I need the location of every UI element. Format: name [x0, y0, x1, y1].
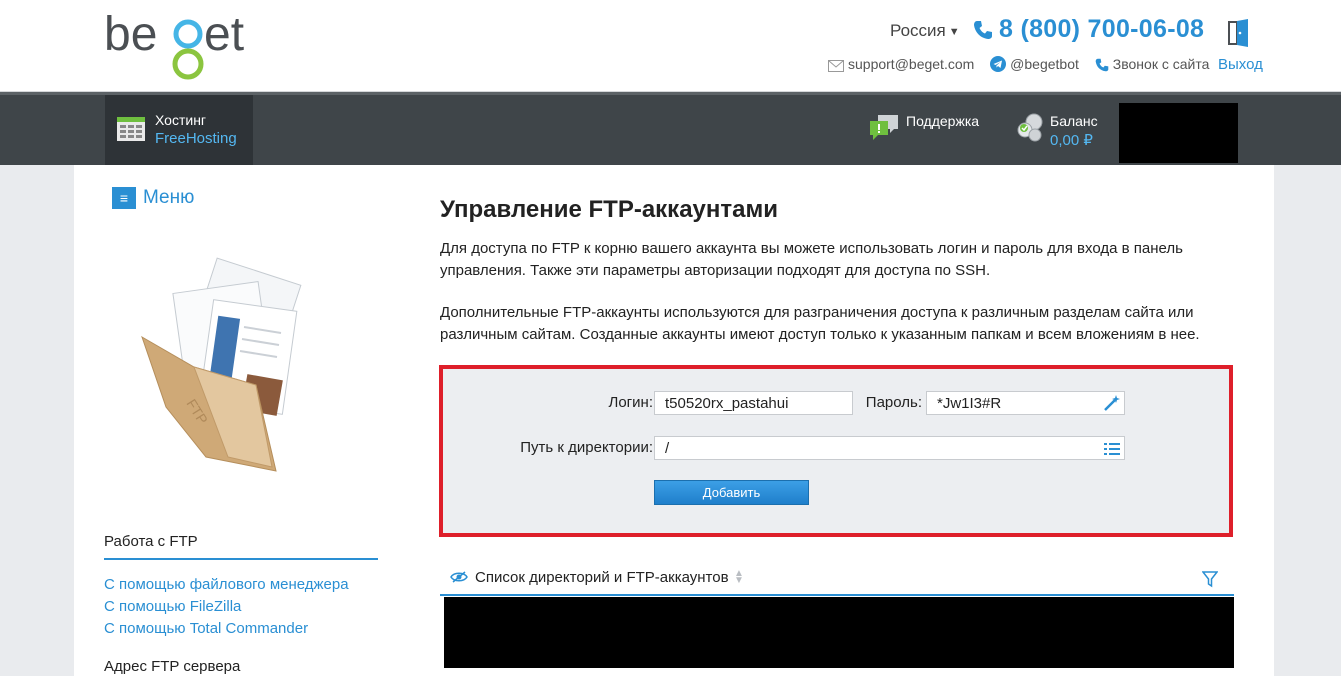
telegram-icon	[990, 56, 1007, 72]
folder-tree-icon[interactable]	[1103, 440, 1121, 458]
sidebar-link-file-manager[interactable]: С помощью файлового менеджера	[104, 576, 349, 593]
main-panel: ≡ Меню FTP Работа с FTP С помощью файлов…	[74, 165, 1274, 676]
phone-text: 8 (800) 700-06-08	[999, 15, 1205, 43]
nav-balance-label: Баланс	[1050, 113, 1098, 129]
beget-logo[interactable]: be et	[104, 8, 264, 82]
phone-icon	[974, 21, 992, 39]
nav-hosting-plan: FreeHosting	[155, 130, 237, 147]
accounts-list-title: Список директорий и FTP-аккаунтов	[475, 569, 729, 586]
main-nav: Хостинг FreeHosting Поддержка Баланс 0,0…	[0, 92, 1341, 165]
mail-icon	[828, 60, 844, 72]
hosting-icon	[117, 117, 145, 141]
eye-icon[interactable]	[450, 570, 468, 584]
sidebar-link-total-commander[interactable]: С помощью Total Commander	[104, 620, 308, 637]
sidebar-section-ftp-title: Работа с FTP	[104, 533, 198, 550]
accounts-list-divider	[440, 594, 1234, 596]
page-title: Управление FTP-аккаунтами	[440, 196, 778, 223]
sidebar-section-divider	[104, 558, 378, 560]
add-ftp-account-form: Логин: Пароль: Путь к директории: Добави…	[439, 365, 1233, 537]
redacted-account-area	[1119, 103, 1238, 163]
phone-number[interactable]: 8 (800) 700-06-08	[973, 15, 1204, 44]
telegram-text: @begetbot	[1010, 56, 1079, 72]
ftp-folder-illustration: FTP	[141, 257, 302, 472]
door-icon[interactable]	[1228, 19, 1250, 47]
top-header: be et Россия ▼ 8 (800) 700-06-08 support@…	[0, 0, 1341, 92]
nav-balance[interactable]: Баланс 0,00 ₽	[1016, 113, 1098, 149]
password-input[interactable]	[926, 391, 1125, 415]
email-text: support@beget.com	[848, 56, 975, 72]
sidebar-section-server-title: Адрес FTP сервера	[104, 658, 241, 675]
region-label: Россия	[890, 21, 946, 40]
chat-bubbles-icon	[870, 115, 898, 140]
nav-support-label: Поддержка	[906, 113, 980, 129]
filter-icon[interactable]	[1202, 570, 1218, 588]
telegram-link[interactable]: @begetbot	[990, 56, 1079, 72]
menu-label: Меню	[143, 187, 195, 208]
add-account-button[interactable]: Добавить	[654, 480, 809, 505]
accounts-list-header: Список директорий и FTP-аккаунтов ▲ ▼	[440, 563, 1234, 597]
sort-icon[interactable]: ▲ ▼	[734, 569, 744, 586]
path-label: Путь к директории:	[520, 439, 653, 456]
login-label: Логин:	[608, 394, 654, 411]
sidebar-link-filezilla[interactable]: С помощью FileZilla	[104, 598, 241, 615]
phone-icon	[1095, 58, 1109, 72]
nav-hosting[interactable]: Хостинг FreeHosting	[105, 95, 253, 165]
callback-text: Звонок с сайта	[1112, 56, 1210, 72]
extra-accounts-paragraph: Дополнительные FTP-аккаунты используются…	[440, 304, 1200, 343]
callback-link[interactable]: Звонок с сайта	[1095, 56, 1210, 72]
svg-text:be: be	[104, 8, 157, 61]
password-label: Пароль:	[865, 394, 922, 411]
nav-support[interactable]: Поддержка	[868, 113, 979, 148]
login-input[interactable]	[654, 391, 853, 415]
email-link[interactable]: support@beget.com	[828, 56, 974, 72]
logout-link[interactable]: Выход	[1218, 56, 1263, 73]
contact-links: support@beget.com @begetbot Звонок с сай…	[828, 56, 1221, 72]
nav-balance-value: 0,00 ₽	[1050, 132, 1093, 149]
directory-path-input[interactable]	[654, 436, 1125, 460]
chevron-down-icon: ▼	[948, 25, 960, 38]
region-selector[interactable]: Россия ▼	[890, 21, 960, 41]
nav-hosting-title: Хостинг	[155, 112, 207, 128]
redacted-accounts-list	[444, 597, 1234, 668]
svg-text:et: et	[204, 8, 244, 61]
menu-button[interactable]: ≡ Меню	[112, 187, 194, 209]
hamburger-icon: ≡	[112, 187, 136, 209]
magic-wand-icon[interactable]	[1103, 394, 1121, 412]
intro-paragraph: Для доступа по FTP к корню вашего аккаун…	[440, 240, 1183, 279]
coins-icon	[1017, 113, 1043, 142]
